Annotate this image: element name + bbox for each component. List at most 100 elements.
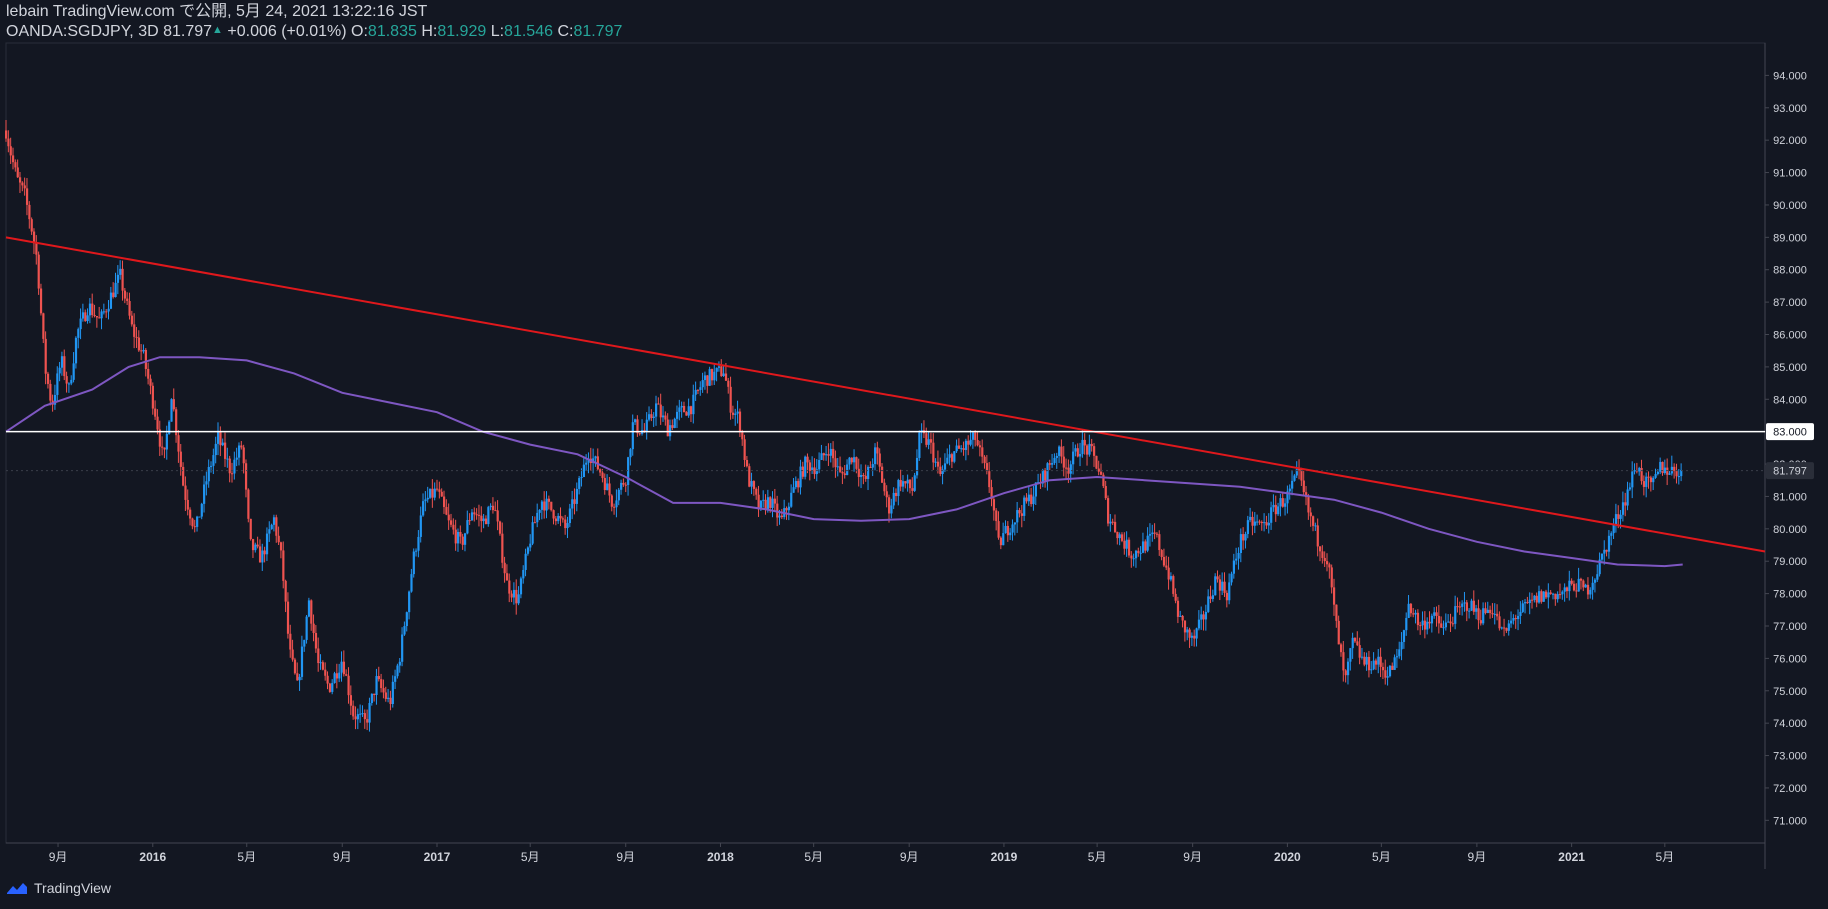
candle-body [992,499,996,511]
candle-body [1137,550,1140,554]
candle-body [184,485,187,500]
candle-body [736,411,739,414]
candle-body [554,518,558,522]
candle-body [447,514,450,521]
price-tick-label: 77.000 [1773,621,1807,633]
candle-body [1381,666,1385,671]
candle-body [312,623,315,633]
candle-body [1179,615,1182,617]
candle-body [1072,451,1075,465]
candle-body [398,661,401,666]
candle-body [524,553,527,570]
candle-body [867,466,870,479]
candle-body [601,472,604,478]
candle-body [1146,535,1149,551]
candle-body [140,350,143,352]
candle-body [419,515,422,537]
candle-body [1197,619,1201,629]
candle-body [1600,553,1604,560]
candle-body [1109,521,1112,524]
candle-body [1095,455,1098,469]
price-tick-label: 79.000 [1773,556,1807,568]
candle-body [475,514,478,516]
time-tick-label: 9月 [900,850,919,864]
candle-body [1342,652,1345,671]
candle-body [964,440,968,450]
candle-body [1540,591,1543,602]
candle-body [561,518,565,520]
candle-body [1379,656,1382,667]
candle-body [1512,618,1515,621]
candle-body [1090,443,1093,447]
candle-body [466,520,469,534]
resistance-trendline[interactable] [5,236,1766,553]
candle-body [1032,496,1035,505]
candle-body [452,524,455,530]
candlestick-chart[interactable]: 71.000 72.000 73.000 74.000 75.000 76.000 77.0… [0,0,1828,909]
time-tick-label: 2019 [991,850,1018,864]
candle-body [401,634,404,662]
time-axis[interactable]: 9月 2016 5月 9月 2017 5月 9月 2018 5月 9月 2019 5月 9月 2020 5月… [49,843,1674,864]
candle-body [356,714,359,720]
candle-body [58,367,61,374]
candle-body [1607,535,1611,552]
candle-body [673,418,676,428]
candle-body [1186,629,1189,633]
candle-body [1055,455,1058,458]
moving-average-line [5,356,1683,568]
candle-body [30,219,33,232]
candle-body [738,411,742,432]
candle-body [391,681,394,705]
candle-body [324,669,327,676]
candle-body [473,512,476,515]
footer-brand[interactable]: TradingView [6,880,111,896]
candle-body [109,292,113,309]
candle-body [1577,578,1580,592]
price-axis[interactable]: 71.000 72.000 73.000 74.000 75.000 76.000 77.0… [1765,70,1807,827]
last-price-tag-label: 81.797 [1773,466,1807,478]
candle-body [491,505,495,511]
candle-body [42,313,45,339]
candle-body [46,373,50,384]
candle-body [1631,471,1634,488]
candle-body [1579,578,1583,581]
level-price-tag: 83.000 [1766,423,1814,441]
candle-body [300,646,304,677]
candle-body [237,445,241,458]
candle-body [1309,512,1312,517]
candle-body [585,462,588,465]
candle-body [1265,522,1268,526]
candle-body [203,484,206,504]
candle-body [1167,567,1170,580]
candle-body [1002,533,1005,546]
candle-body [510,593,513,598]
candle-body [978,445,982,448]
candle-body [1575,590,1578,592]
candle-body [1344,670,1347,676]
candle-body [1491,612,1494,615]
candle-body [787,506,791,511]
candle-body [433,488,436,498]
candle-body [573,499,576,504]
candle-body [1321,551,1324,558]
candle-body [850,457,853,463]
candle-body [214,443,217,456]
candle-body [1447,621,1450,623]
candle-body [687,406,690,416]
candle-body [1130,555,1133,559]
candle-body [405,612,408,627]
candle-body [745,459,749,467]
candle-body [815,469,818,475]
candle-body [1558,594,1562,596]
candle-body [1619,514,1622,519]
candle-body [722,373,725,377]
candle-body [1507,623,1510,631]
candle-body [631,422,634,450]
candle-body [298,676,301,681]
candle-body [207,466,210,482]
time-tick-label: 9月 [333,850,352,864]
candle-body [1349,648,1352,662]
candle-body [1423,620,1427,630]
candle-body [1018,510,1021,514]
candle-body [11,155,15,163]
